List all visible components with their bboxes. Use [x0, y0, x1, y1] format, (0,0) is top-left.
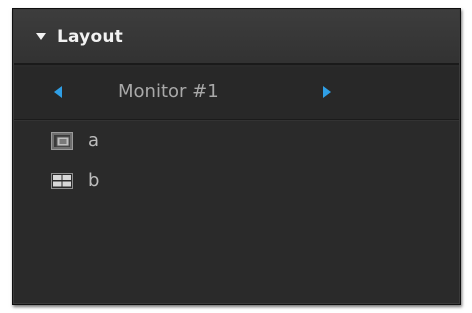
layout-item-label: b	[88, 170, 100, 191]
layout-item-b[interactable]: b	[51, 169, 99, 193]
layout-panel: Layout Monitor #1 a b	[12, 8, 461, 305]
monitor-label: Monitor #1	[118, 81, 219, 102]
layout-item-label: a	[88, 130, 100, 151]
grid-2x2-layout-icon	[51, 172, 73, 190]
next-monitor-button[interactable]	[316, 81, 338, 103]
left-arrow-icon	[54, 86, 62, 98]
panel-header[interactable]: Layout	[14, 10, 459, 65]
previous-monitor-button[interactable]	[47, 81, 69, 103]
right-arrow-icon	[323, 86, 331, 98]
picture-in-picture-layout-icon	[51, 132, 73, 150]
layout-item-a[interactable]: a	[51, 129, 99, 153]
panel-title: Layout	[57, 26, 123, 47]
monitor-selector: Monitor #1	[14, 67, 459, 120]
collapse-triangle-icon[interactable]	[36, 33, 46, 40]
